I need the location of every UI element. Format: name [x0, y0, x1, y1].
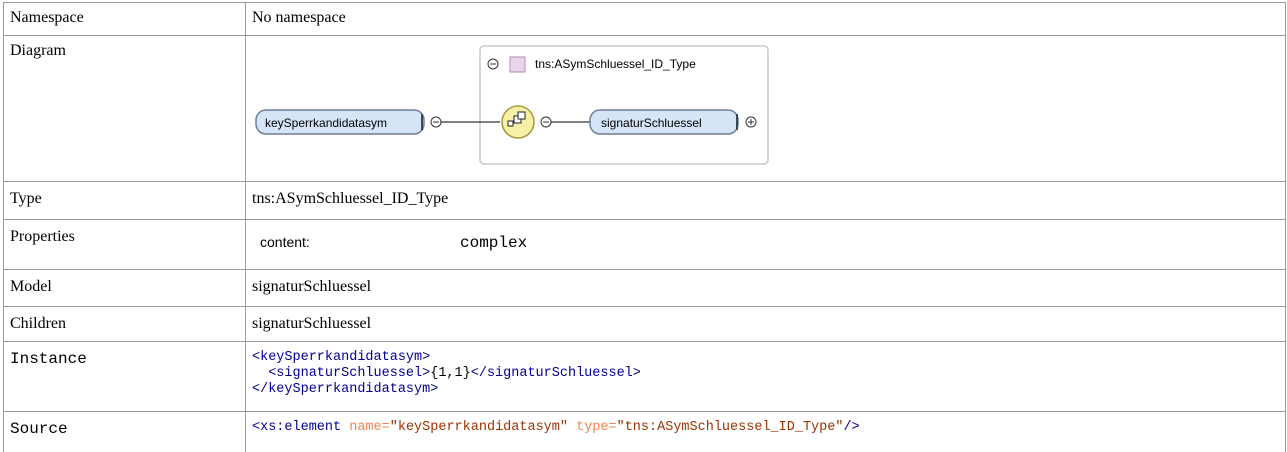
instance-line-3: </keySperrkandidatasym>: [252, 382, 439, 397]
instance-row: Instance <keySperrkandidatasym> <signatu…: [3, 341, 1286, 412]
type-collapse-icon[interactable]: [487, 58, 499, 70]
source-code: <xs:element name="keySperrkandidatasym" …: [245, 411, 1286, 452]
element-collapse-icon[interactable]: [430, 116, 442, 128]
child-node-label: signaturSchluessel: [601, 116, 702, 130]
model-link[interactable]: signaturSchluessel: [252, 278, 371, 295]
complex-type-icon: [509, 56, 526, 73]
instance-line-1: <keySperrkandidatasym>: [252, 350, 431, 365]
property-key: content:: [260, 234, 310, 250]
type-row: Type tns:ASymSchluessel_ID_Type: [3, 181, 1286, 220]
diagram-cell: tns:ASymSchluessel_ID_Type keySperrkandi…: [245, 35, 1286, 182]
type-label: Type: [3, 181, 246, 220]
source-line: <xs:element name="keySperrkandidatasym" …: [252, 420, 860, 435]
type-value: tns:ASymSchluessel_ID_Type: [245, 181, 1286, 220]
instance-code: <keySperrkandidatasym> <signaturSchluess…: [245, 341, 1286, 412]
model-value[interactable]: signaturSchluessel: [245, 269, 1286, 307]
namespace-label: Namespace: [3, 2, 246, 36]
properties-cell: content: complex: [245, 219, 1286, 270]
diagram-row: Diagram tns:ASymSchluessel_ID_Type keySp…: [3, 35, 1286, 182]
children-row: Children signaturSchluessel: [3, 306, 1286, 342]
type-name-label: tns:ASymSchluessel_ID_Type: [535, 57, 696, 71]
documentation-table: Namespace No namespace Diagram tns:ASymS…: [3, 2, 1286, 452]
schema-diagram: tns:ASymSchluessel_ID_Type keySperrkandi…: [255, 45, 769, 165]
sequence-collapse-icon[interactable]: [540, 116, 552, 128]
namespace-row: Namespace No namespace: [3, 2, 1286, 36]
model-label: Model: [3, 269, 246, 307]
properties-table: content: complex: [252, 228, 1279, 252]
source-row: Source <xs:element name="keySperrkandida…: [3, 411, 1286, 452]
children-link[interactable]: signaturSchluessel: [252, 315, 371, 332]
children-value[interactable]: signaturSchluessel: [245, 306, 1286, 342]
instance-line-2: <signaturSchluessel>{1,1}</signaturSchlu…: [268, 366, 641, 381]
properties-label: Properties: [3, 219, 246, 270]
children-label: Children: [3, 306, 246, 342]
diagram-label: Diagram: [3, 35, 246, 182]
element-node-label: keySperrkandidatasym: [265, 116, 387, 130]
model-row: Model signaturSchluessel: [3, 269, 1286, 307]
namespace-value: No namespace: [245, 2, 1286, 36]
instance-label: Instance: [3, 341, 246, 412]
source-label: Source: [3, 411, 246, 452]
sequence-icon[interactable]: [501, 105, 535, 139]
property-value: complex: [460, 234, 528, 252]
child-expand-icon[interactable]: [745, 116, 757, 128]
properties-row: Properties content: complex: [3, 219, 1286, 270]
